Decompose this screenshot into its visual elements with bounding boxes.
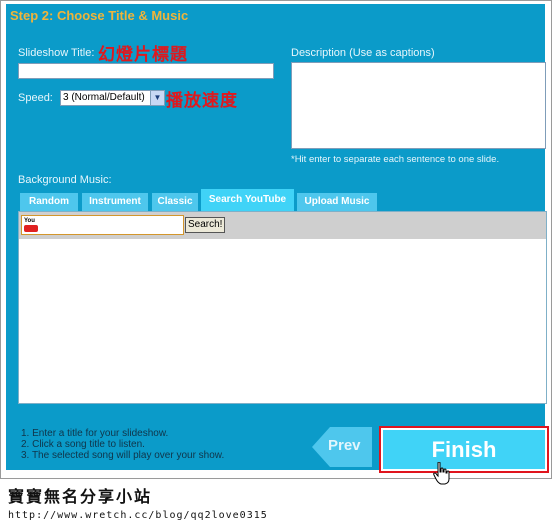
speed-select-value: 3 (Normal/Default) (63, 92, 145, 103)
hand-pointer-icon (433, 462, 450, 485)
description-textarea[interactable] (291, 62, 546, 149)
instruction-item: 1. Enter a title for your slideshow. (21, 428, 169, 439)
footer-url: http://www.wretch.cc/blog/qq2love0315 (8, 510, 268, 521)
speed-select[interactable]: 3 (Normal/Default) ▼ (60, 90, 165, 106)
speed-annotation: 播放速度 (166, 91, 238, 111)
description-hint: *Hit enter to separate each sentence to … (291, 154, 500, 165)
youtube-search-bar: You Search! (19, 212, 546, 239)
tab-classic[interactable]: Classic (152, 193, 198, 211)
youtube-icon: You (24, 218, 38, 232)
instructions-list: 1. Enter a title for your slideshow. 2. … (21, 428, 224, 461)
footer-site-name: 寶寶無名分享小站 (8, 487, 153, 506)
tab-upload-music[interactable]: Upload Music (297, 193, 377, 211)
background-music-label: Background Music: (18, 174, 112, 186)
speed-label: Speed: (18, 92, 53, 104)
tab-random[interactable]: Random (20, 193, 78, 211)
slideshow-title-annotation: 幻燈片標題 (98, 45, 188, 65)
slideshow-title-input[interactable] (18, 63, 274, 79)
step-title: Step 2: Choose Title & Music (10, 8, 189, 23)
instruction-item: 3. The selected song will play over your… (21, 450, 225, 461)
slideshow-panel: Step 2: Choose Title & Music Slideshow T… (6, 4, 549, 473)
slideshow-title-label: Slideshow Title: (18, 47, 95, 59)
finish-button[interactable]: Finish (383, 430, 545, 469)
search-button[interactable]: Search! (185, 217, 226, 233)
prev-button-label[interactable]: Prev (328, 437, 361, 454)
window-frame: Step 2: Choose Title & Music Slideshow T… (0, 0, 552, 485)
music-content-area: You Search! (18, 211, 547, 404)
tab-search-youtube[interactable]: Search YouTube (201, 189, 294, 211)
description-label: Description (Use as captions) (291, 47, 435, 59)
instruction-item: 2. Click a song title to listen. (21, 439, 145, 450)
chevron-down-icon[interactable]: ▼ (150, 91, 164, 105)
youtube-search-input[interactable]: You (21, 215, 184, 235)
tab-instrument[interactable]: Instrument (82, 193, 148, 211)
finish-button-highlight: Finish (379, 426, 549, 473)
